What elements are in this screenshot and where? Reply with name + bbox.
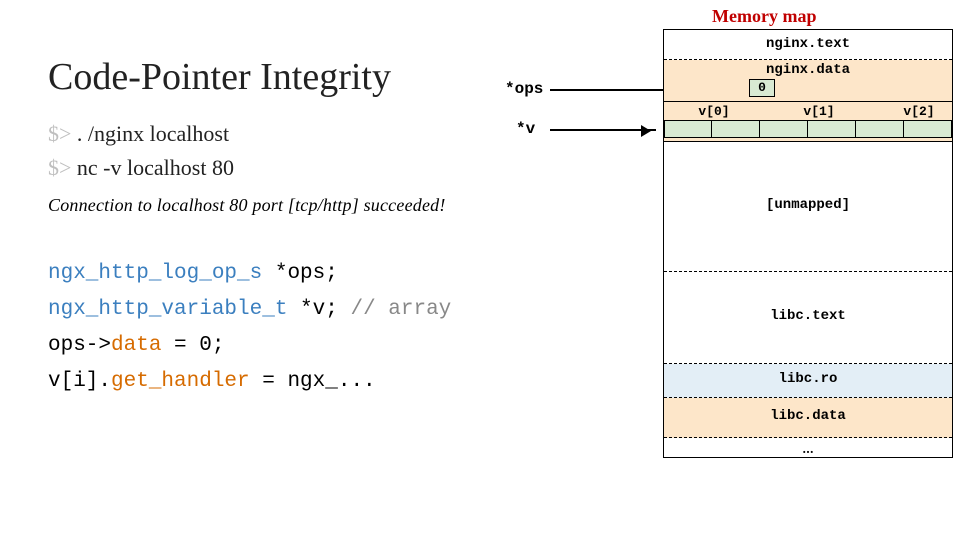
region-libc-text: libc.text [664, 272, 952, 364]
type-token: ngx_http_log_op_s [48, 262, 262, 285]
region-libc-ro: libc.ro [664, 364, 952, 398]
arrow-v [550, 129, 656, 131]
v-pointer-label: *v [516, 120, 535, 138]
shell-line-2: $> nc -v localhost 80 [48, 151, 608, 185]
cell-ops-zero: 0 [749, 79, 775, 97]
v0-label: v[0] [684, 104, 744, 119]
code-line-4: v[i].get_handler = ngx_... [48, 364, 608, 400]
field-token: data [111, 334, 161, 357]
region-label: libc.ro [664, 371, 952, 387]
region-libc-data: libc.data [664, 398, 952, 438]
cmd-1: . /nginx localhost [77, 121, 229, 146]
region-nginx-data: nginx.data 0 [664, 60, 952, 102]
type-token: ngx_http_variable_t [48, 298, 287, 321]
code-text: *ops; [262, 262, 338, 285]
region-label: nginx.text [664, 36, 952, 52]
region-unmapped: [unmapped] [664, 142, 952, 272]
code-block: ngx_http_log_op_s *ops; ngx_http_variabl… [48, 256, 608, 400]
code-text: *v; [287, 298, 350, 321]
connection-msg: Connection to localhost 80 port [tcp/htt… [48, 195, 608, 216]
cell [904, 120, 952, 138]
cell [664, 120, 712, 138]
code-text: = ngx_... [250, 370, 376, 393]
memory-column: nginx.text nginx.data 0 v[0] v[1] v[2] [… [663, 29, 953, 458]
comment: // array [350, 298, 451, 321]
region-label: nginx.data [664, 62, 952, 78]
region-label: libc.text [664, 308, 952, 324]
left-column: Code-Pointer Integrity $> . /nginx local… [48, 55, 608, 400]
code-line-3: ops->data = 0; [48, 328, 608, 364]
v1-label: v[1] [789, 104, 849, 119]
field-token: get_handler [111, 370, 250, 393]
v2-label: v[2] [889, 104, 949, 119]
cmd-2: nc -v localhost 80 [77, 155, 234, 180]
region-ellipsis: ... [664, 438, 952, 458]
cell [712, 120, 760, 138]
v-cells-row [664, 120, 952, 138]
cell [808, 120, 856, 138]
prompt: $> [48, 121, 77, 146]
code-text: = 0; [161, 334, 224, 357]
cell [856, 120, 904, 138]
region-nginx-text: nginx.text [664, 30, 952, 60]
memory-map-title: Memory map [712, 6, 816, 27]
cell [760, 120, 808, 138]
prompt: $> [48, 155, 77, 180]
region-label: libc.data [664, 408, 952, 424]
code-text: ops-> [48, 334, 111, 357]
code-text: v[i]. [48, 370, 111, 393]
code-line-1: ngx_http_log_op_s *ops; [48, 256, 608, 292]
region-label: [unmapped] [664, 197, 952, 213]
ops-cell-row: 0 [749, 79, 775, 97]
region-v-array: v[0] v[1] v[2] [664, 102, 952, 142]
code-line-2: ngx_http_variable_t *v; // array [48, 292, 608, 328]
ops-pointer-label: *ops [505, 80, 543, 98]
